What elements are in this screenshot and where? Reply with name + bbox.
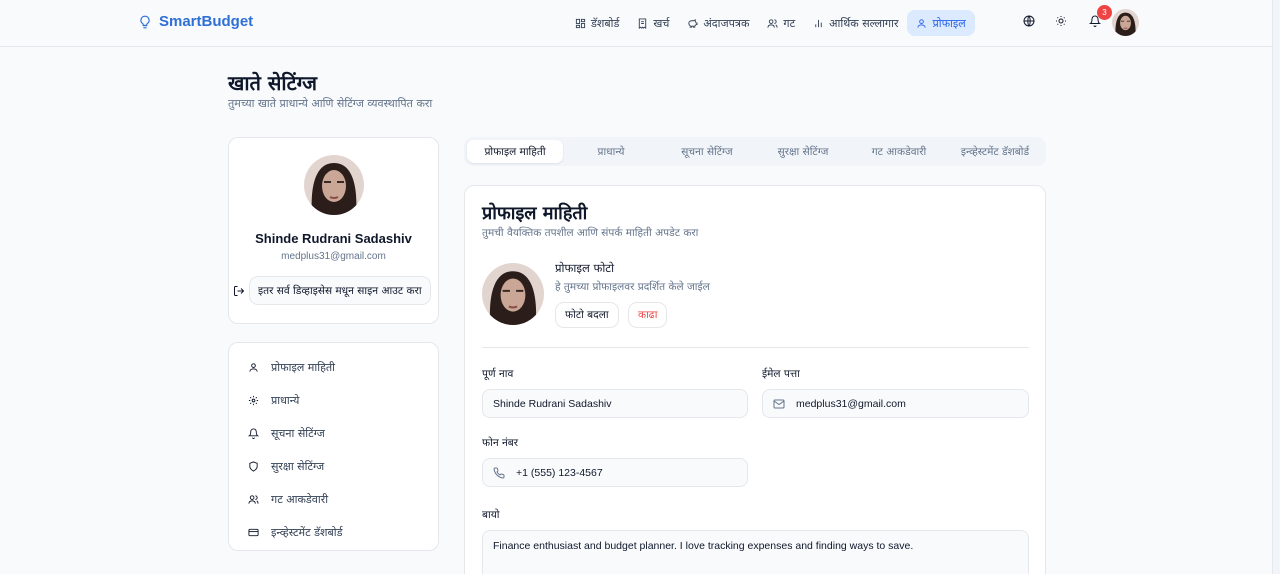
bio-textarea[interactable]: Finance enthusiast and budget planner. I… [482,530,1029,574]
signout-all-devices: इतर सर्व डिव्हाइसेस मधून साइन आउट करा [233,276,431,305]
email-value: medplus31@gmail.com [796,397,906,410]
dashboard-icon [575,18,586,28]
user-icon [249,363,258,372]
remove-photo-button[interactable]: काढा [628,302,668,328]
sidebar-item-label: इन्व्हेस्टमेंट डॅशबोर्ड [271,526,343,539]
notification-badge: 3 [1097,5,1112,20]
tab-notifications[interactable]: सूचना सेटिंग्ज [659,140,755,163]
top-navbar: SmartBudget डॅशबोर्ड खर्च अंदाजपत्रक गट … [0,0,1272,47]
receipt-icon [639,17,647,29]
nav-label: खर्च [653,16,670,30]
sidebar-item-label: गट आकडेवारी [271,493,329,506]
phone-value: +1 (555) 123-4567 [516,466,603,479]
avatar[interactable] [1112,9,1139,36]
tab-profile-info[interactable]: प्रोफाइल माहिती [467,140,563,163]
phone-icon [493,466,505,478]
log-out-icon [234,285,245,296]
sidebar-item-preferences[interactable]: प्राधान्ये [229,384,438,417]
sidebar-item-label: सुरक्षा सेटिंग्ज [271,460,325,473]
nav-item-dashboard[interactable]: डॅशबोर्ड [566,10,628,36]
sidebar-item-group-stats[interactable]: गट आकडेवारी [229,483,438,516]
brand-name: SmartBudget [159,13,254,30]
language-button[interactable] [1022,14,1036,28]
email-label: ईमेल पत्ता [762,368,800,380]
shield-icon [249,461,258,472]
profile-email: medplus31@gmail.com [281,251,386,262]
mail-icon [773,399,785,408]
nav-item-expenses[interactable]: खर्च [628,10,678,36]
nav-item-advisor[interactable]: आर्थिक सल्लागार [804,10,907,36]
gear-icon [248,395,259,406]
sidebar-item-profile-info[interactable]: प्रोफाइल माहिती [229,351,438,384]
profile-summary-card: Shinde Rudrani Sadashiv medplus31@gmail.… [228,137,439,324]
bar-chart-icon [815,19,822,27]
bell-icon [248,428,259,439]
theme-toggle-button[interactable] [1054,14,1068,28]
tab-investment[interactable]: इन्व्हेस्टमेंट डॅशबोर्ड [947,140,1043,163]
phone-field[interactable]: +1 (555) 123-4567 [482,458,748,487]
profile-name: Shinde Rudrani Sadashiv [255,231,412,246]
signout-all-button[interactable]: इतर सर्व डिव्हाइसेस मधून साइन आउट करा [249,276,431,305]
brand[interactable]: SmartBudget [138,13,253,30]
piggy-bank-icon [688,18,698,28]
nav-label: प्रोफाइल [932,16,966,30]
user-icon [917,18,927,28]
settings-tabs: प्रोफाइल माहिती प्राधान्ये सूचना सेटिंग्… [464,137,1046,166]
full-name-value: Shinde Rudrani Sadashiv [493,397,612,410]
photo-subtitle: हे तुमच्या प्रोफाइलवर प्रदर्शित केले जाई… [555,281,710,293]
main-nav: डॅशबोर्ड खर्च अंदाजपत्रक गट आर्थिक सल्ला… [566,10,975,36]
users-icon [248,495,259,504]
settings-side-menu: प्रोफाइल माहिती प्राधान्ये सूचना सेटिंग्… [228,342,439,551]
bio-label: बायो [482,509,500,521]
tab-security[interactable]: सुरक्षा सेटिंग्ज [755,140,851,163]
globe-icon [1023,15,1035,27]
sidebar-item-label: सूचना सेटिंग्ज [271,427,325,440]
email-field[interactable]: medplus31@gmail.com [762,389,1029,418]
photo-title: प्रोफाइल फोटो [555,261,615,275]
sidebar-item-investment[interactable]: इन्व्हेस्टमेंट डॅशबोर्ड [229,516,438,549]
lightbulb-icon [140,15,150,28]
page-subtitle: तुमच्या खाते प्राधान्ये आणि सेटिंग्ज व्य… [228,97,433,110]
nav-label: अंदाजपत्रक [703,16,750,30]
tab-preferences[interactable]: प्राधान्ये [563,140,659,163]
page-title: खाते सेटिंग्ज [228,71,317,95]
nav-item-groups[interactable]: गट [758,10,804,36]
sidebar-item-label: प्राधान्ये [271,394,300,407]
divider [482,347,1029,348]
avatar [482,263,544,325]
users-icon [767,18,778,28]
phone-label: फोन नंबर [482,437,519,449]
sun-icon [1056,16,1066,26]
section-subtitle: तुमची वैयक्तिक तपशील आणि संपर्क माहिती अ… [482,227,699,239]
nav-label: डॅशबोर्ड [591,16,620,30]
sidebar-item-notifications[interactable]: सूचना सेटिंग्ज [229,417,438,450]
tab-group-stats[interactable]: गट आकडेवारी [851,140,947,163]
nav-item-budget[interactable]: अंदाजपत्रक [678,10,758,36]
full-name-label: पूर्ण नाव [482,368,514,380]
change-photo-button[interactable]: फोटो बदला [555,302,619,328]
credit-card-icon [248,528,259,537]
section-title: प्रोफाइल माहिती [482,203,588,224]
full-name-field[interactable]: Shinde Rudrani Sadashiv [482,389,748,418]
sidebar-item-security[interactable]: सुरक्षा सेटिंग्ज [229,450,438,483]
avatar [304,155,364,215]
page-scrollbar[interactable] [1272,0,1280,574]
nav-label: गट [783,16,796,30]
profile-info-card: प्रोफाइल माहिती तुमची वैयक्तिक तपशील आणि… [464,185,1046,574]
sidebar-item-label: प्रोफाइल माहिती [271,361,336,374]
nav-item-profile[interactable]: प्रोफाइल [907,10,975,36]
nav-label: आर्थिक सल्लागार [829,16,899,30]
